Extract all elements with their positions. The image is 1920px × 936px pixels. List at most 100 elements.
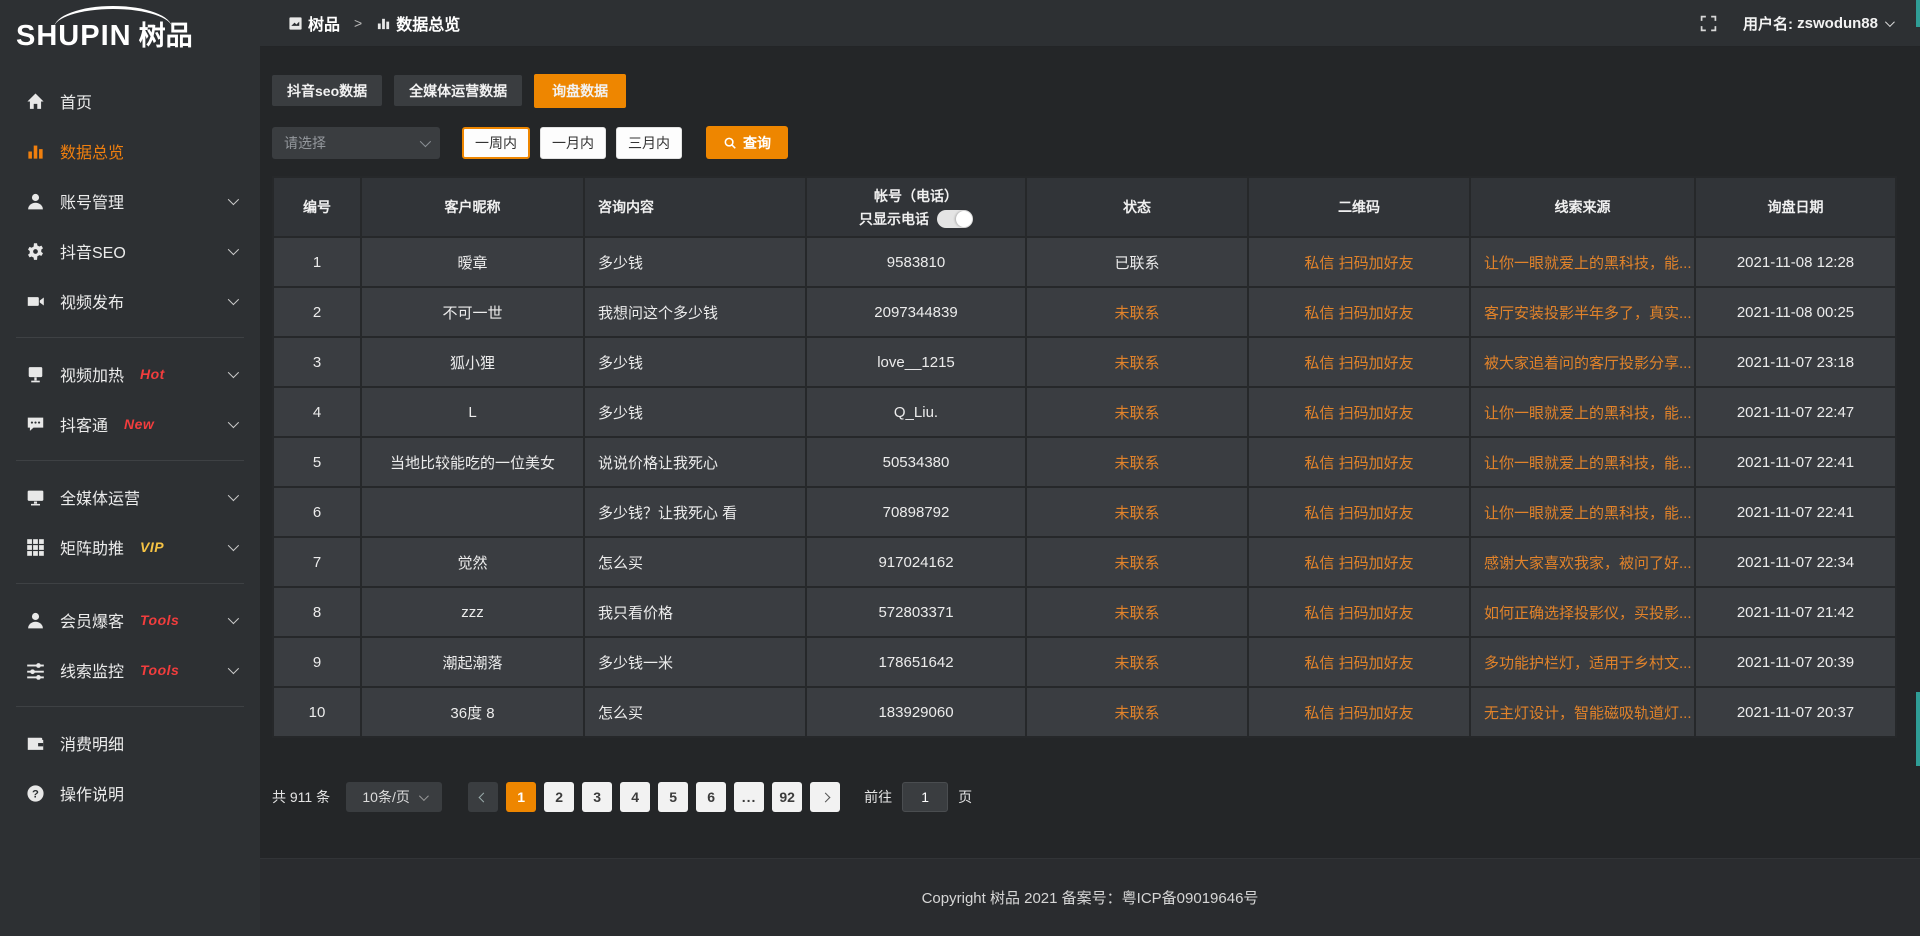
page-button-92[interactable]: 92 <box>772 782 802 812</box>
cell-lead-source-link[interactable]: 让你一眼就爱上的黑科技，能... <box>1470 487 1695 537</box>
cell-index: 8 <box>273 587 361 637</box>
page-size-select[interactable]: 10条/页 <box>346 782 442 812</box>
sidebar-item-线索监控[interactable]: 线索监控Tools <box>0 645 260 695</box>
range-button-month[interactable]: 一月内 <box>540 127 606 159</box>
cell-qrcode-link[interactable]: 私信 扫码加好友 <box>1248 437 1470 487</box>
tab-inquiry-data[interactable]: 询盘数据 <box>534 74 626 108</box>
cell-qrcode-link[interactable]: 私信 扫码加好友 <box>1248 587 1470 637</box>
cell-content: 说说价格让我死心 <box>584 437 806 487</box>
range-button-quarter[interactable]: 三月内 <box>616 127 682 159</box>
cell-lead-source-link[interactable]: 无主灯设计，智能磁吸轨道灯... <box>1470 687 1695 737</box>
cell-status: 未联系 <box>1026 337 1248 387</box>
cell-inquiry-date: 2021-11-08 00:25 <box>1695 287 1896 337</box>
user-menu[interactable]: 用户名: zswodun88 <box>1743 13 1892 34</box>
cell-account: 572803371 <box>806 587 1026 637</box>
cell-lead-source-link[interactable]: 如何正确选择投影仪，买投影... <box>1470 587 1695 637</box>
sidebar: SHUPIN树品 首页数据总览账号管理抖音SEO视频发布视频加热Hot抖客通Ne… <box>0 0 260 936</box>
cell-qrcode-link[interactable]: 私信 扫码加好友 <box>1248 387 1470 437</box>
page-ellipsis-button[interactable]: ... <box>734 782 764 812</box>
cell-qrcode-link[interactable]: 私信 扫码加好友 <box>1248 237 1470 287</box>
sidebar-item-label: 抖客通 <box>60 412 108 436</box>
sidebar-item-label: 首页 <box>60 89 92 113</box>
query-button[interactable]: 查询 <box>706 126 788 159</box>
table-row: 8zzz我只看价格572803371未联系私信 扫码加好友如何正确选择投影仪，买… <box>273 587 1896 637</box>
tab-douyin-seo-data[interactable]: 抖音seo数据 <box>272 75 382 106</box>
sidebar-item-首页[interactable]: 首页 <box>0 76 260 126</box>
page-size-value: 10条/页 <box>362 787 409 807</box>
cell-qrcode-link[interactable]: 私信 扫码加好友 <box>1248 637 1470 687</box>
cell-lead-source-link[interactable]: 让你一眼就爱上的黑科技，能... <box>1470 387 1695 437</box>
cell-lead-source-link[interactable]: 被大家追着问的客厅投影分享... <box>1470 337 1695 387</box>
heat-monitor-icon <box>26 365 45 384</box>
cell-inquiry-date: 2021-11-08 12:28 <box>1695 237 1896 287</box>
cell-lead-source-link[interactable]: 感谢大家喜欢我家，被问了好... <box>1470 537 1695 587</box>
cell-content: 多少钱一米 <box>584 637 806 687</box>
prev-page-button[interactable] <box>468 782 498 812</box>
cell-index: 5 <box>273 437 361 487</box>
cell-index: 6 <box>273 487 361 537</box>
goto-page-input[interactable] <box>902 782 948 812</box>
chevron-down-icon <box>228 244 239 255</box>
sidebar-item-消费明细[interactable]: 消费明细 <box>0 718 260 768</box>
sidebar-item-会员爆客[interactable]: 会员爆客Tools <box>0 595 260 645</box>
table-row: 5当地比较能吃的一位美女说说价格让我死心50534380未联系私信 扫码加好友让… <box>273 437 1896 487</box>
cell-lead-source-link[interactable]: 让你一眼就爱上的黑科技，能... <box>1470 437 1695 487</box>
sidebar-item-视频发布[interactable]: 视频发布 <box>0 276 260 326</box>
cell-account: 70898792 <box>806 487 1026 537</box>
cell-qrcode-link[interactable]: 私信 扫码加好友 <box>1248 687 1470 737</box>
sidebar-item-视频加热[interactable]: 视频加热Hot <box>0 349 260 399</box>
table-row: 9潮起潮落多少钱一米178651642未联系私信 扫码加好友多功能护栏灯，适用于… <box>273 637 1896 687</box>
phone-only-toggle[interactable] <box>937 210 973 228</box>
page-button-2[interactable]: 2 <box>544 782 574 812</box>
page-button-3[interactable]: 3 <box>582 782 612 812</box>
sidebar-item-账号管理[interactable]: 账号管理 <box>0 176 260 226</box>
tab-media-operation-data[interactable]: 全媒体运营数据 <box>394 75 522 106</box>
sidebar-item-操作说明[interactable]: ?操作说明 <box>0 768 260 818</box>
page-button-1[interactable]: 1 <box>506 782 536 812</box>
cell-qrcode-link[interactable]: 私信 扫码加好友 <box>1248 287 1470 337</box>
table-row: 1暧章多少钱9583810已联系私信 扫码加好友让你一眼就爱上的黑科技，能...… <box>273 237 1896 287</box>
cell-account: 2097344839 <box>806 287 1026 337</box>
sidebar-item-数据总览[interactable]: 数据总览 <box>0 126 260 176</box>
range-button-week[interactable]: 一周内 <box>462 127 530 159</box>
cell-inquiry-date: 2021-11-07 22:41 <box>1695 437 1896 487</box>
cell-lead-source-link[interactable]: 客厅安装投影半年多了，真实... <box>1470 287 1695 337</box>
username-label: 用户名: <box>1743 13 1793 34</box>
total-count-label: 共 911 条 <box>272 787 330 807</box>
page-button-5[interactable]: 5 <box>658 782 688 812</box>
query-button-label: 查询 <box>743 133 771 153</box>
breadcrumb-current: 数据总览 <box>396 11 460 35</box>
sidebar-item-label: 矩阵助推 <box>60 535 124 559</box>
scrollbar-thumb[interactable] <box>1916 692 1920 766</box>
cell-lead-source-link[interactable]: 多功能护栏灯，适用于乡村文... <box>1470 637 1695 687</box>
sidebar-menu: 首页数据总览账号管理抖音SEO视频发布视频加热Hot抖客通New全媒体运营矩阵助… <box>0 62 260 818</box>
page-button-4[interactable]: 4 <box>620 782 650 812</box>
fullscreen-icon[interactable] <box>1700 15 1717 32</box>
cell-nickname: 不可一世 <box>361 287 584 337</box>
sidebar-item-矩阵助推[interactable]: 矩阵助推VIP <box>0 522 260 572</box>
sidebar-item-抖音SEO[interactable]: 抖音SEO <box>0 226 260 276</box>
scrollbar-thumb[interactable] <box>1916 0 1920 27</box>
grid-icon <box>26 538 45 557</box>
sidebar-item-抖客通[interactable]: 抖客通New <box>0 399 260 449</box>
account-column-title: 帐号（电话） <box>807 185 1025 207</box>
cell-status: 未联系 <box>1026 287 1248 337</box>
cell-qrcode-link[interactable]: 私信 扫码加好友 <box>1248 337 1470 387</box>
sidebar-item-label: 账号管理 <box>60 189 124 213</box>
cell-content: 我只看价格 <box>584 587 806 637</box>
next-page-button[interactable] <box>810 782 840 812</box>
chevron-down-icon <box>228 663 239 674</box>
cell-inquiry-date: 2021-11-07 20:39 <box>1695 637 1896 687</box>
chevron-left-icon <box>478 792 488 802</box>
cell-lead-source-link[interactable]: 让你一眼就爱上的黑科技，能... <box>1470 237 1695 287</box>
sidebar-item-label: 视频加热 <box>60 362 124 386</box>
copyright-text: Copyright 树品 2021 备案号：粤ICP备09019646号 <box>922 887 1259 908</box>
table-row: 4L多少钱Q_Liu.未联系私信 扫码加好友让你一眼就爱上的黑科技，能...20… <box>273 387 1896 437</box>
filter-select[interactable]: 请选择 <box>272 127 440 159</box>
cell-qrcode-link[interactable]: 私信 扫码加好友 <box>1248 537 1470 587</box>
breadcrumb-root[interactable]: 树品 <box>308 11 340 35</box>
cell-qrcode-link[interactable]: 私信 扫码加好友 <box>1248 487 1470 537</box>
sidebar-item-全媒体运营[interactable]: 全媒体运营 <box>0 472 260 522</box>
chevron-down-icon <box>228 540 239 551</box>
page-button-6[interactable]: 6 <box>696 782 726 812</box>
